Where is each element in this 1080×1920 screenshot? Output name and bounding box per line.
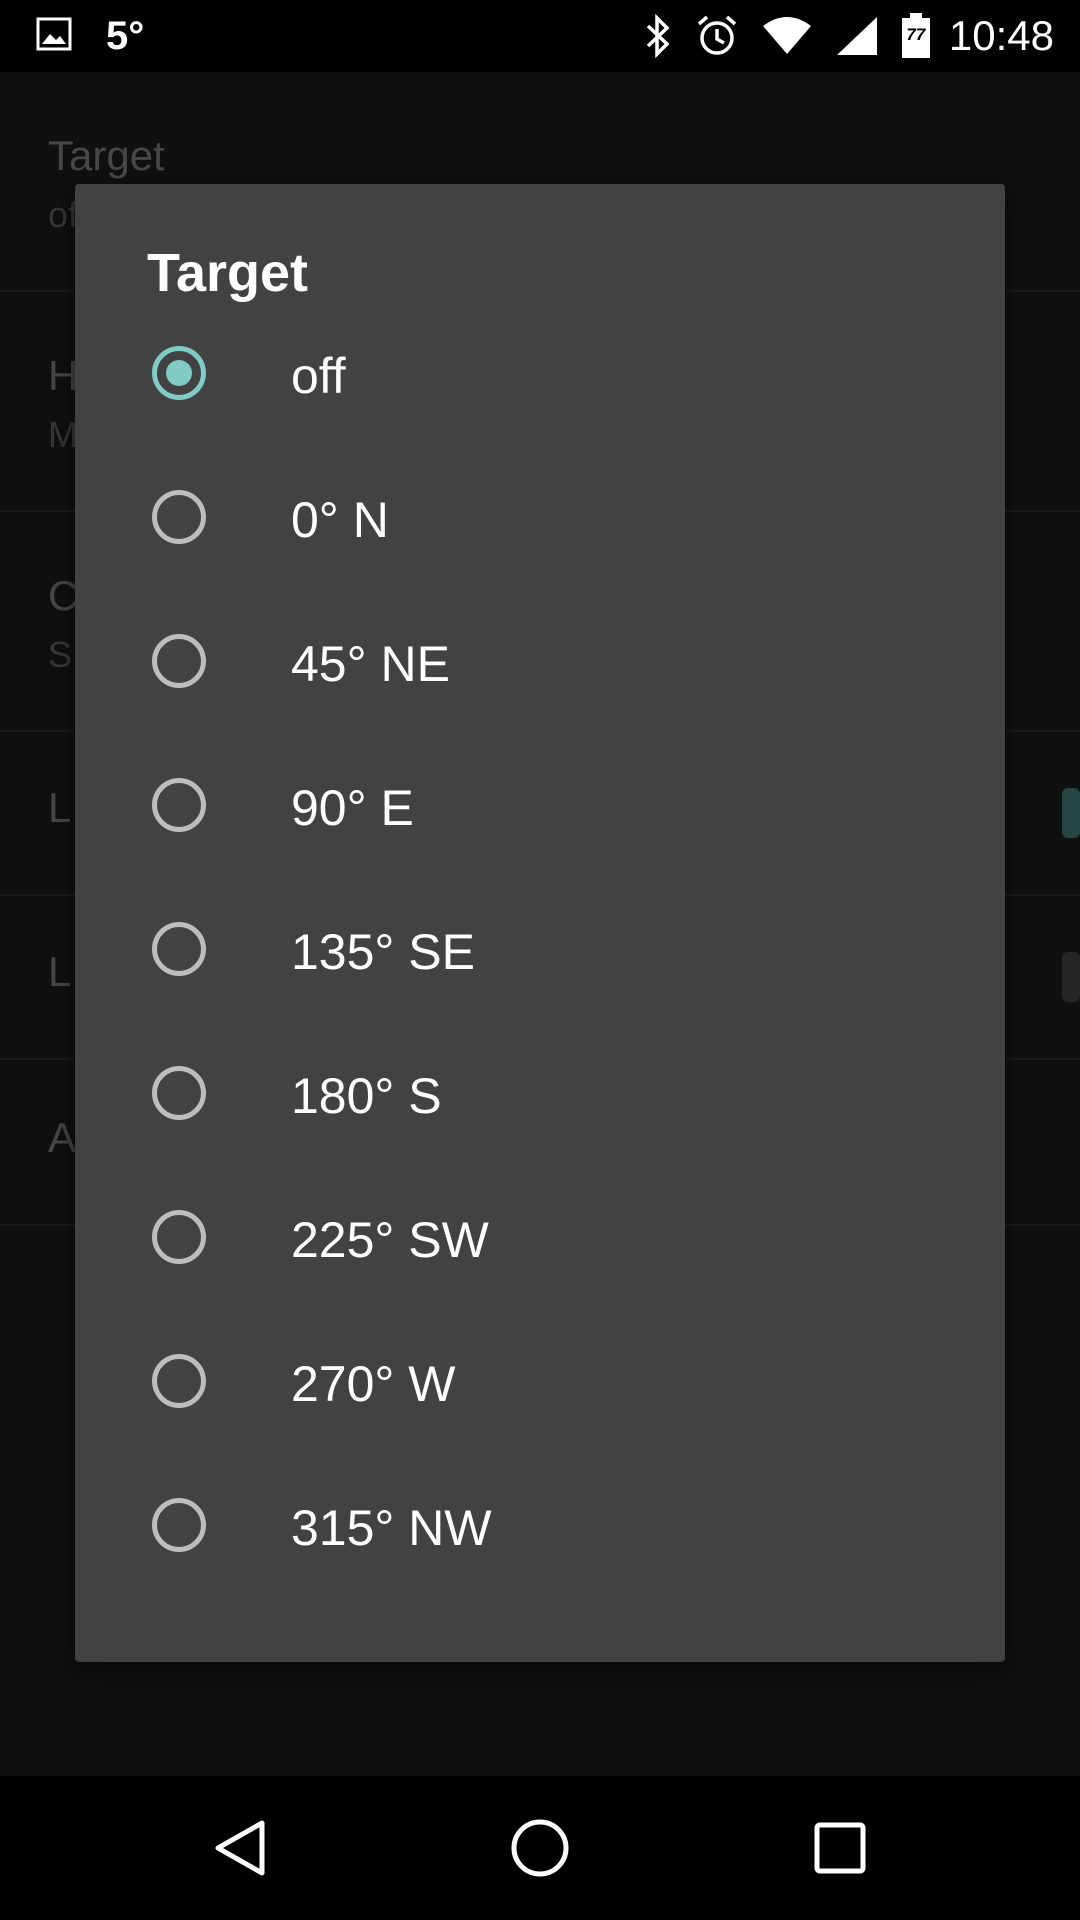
option-label: 270° W <box>291 1356 456 1412</box>
radio-button-checked[interactable] <box>152 346 206 400</box>
temperature-text: 5° <box>106 14 145 58</box>
navigation-bar <box>0 1776 1080 1920</box>
option-180-s[interactable]: 180° S <box>75 1022 1005 1166</box>
option-90-e[interactable]: 90° E <box>75 734 1005 878</box>
option-225-sw[interactable]: 225° SW <box>75 1166 1005 1310</box>
cell-signal-icon <box>835 15 879 57</box>
home-button[interactable] <box>508 1816 572 1880</box>
option-270-w[interactable]: 270° W <box>75 1310 1005 1454</box>
recents-icon <box>814 1822 866 1874</box>
battery-icon: 77 <box>901 13 931 59</box>
radio-button[interactable] <box>152 1210 206 1264</box>
option-135-se[interactable]: 135° SE <box>75 878 1005 1022</box>
wifi-icon <box>761 16 813 56</box>
option-label: 180° S <box>291 1068 442 1124</box>
radio-option-list: off 0° N 45° NE 90° E 135° SE 180° S 225… <box>75 302 1005 1598</box>
option-315-nw[interactable]: 315° NW <box>75 1454 1005 1598</box>
home-icon <box>511 1819 569 1877</box>
alarm-icon <box>695 14 739 58</box>
bluetooth-icon <box>643 14 673 58</box>
battery-level-text: 77 <box>906 25 926 44</box>
option-label: 225° SW <box>291 1212 489 1268</box>
radio-button[interactable] <box>152 634 206 688</box>
option-0-n[interactable]: 0° N <box>75 446 1005 590</box>
back-icon <box>215 1820 265 1876</box>
recents-button[interactable] <box>808 1816 872 1880</box>
option-label: 135° SE <box>291 924 476 980</box>
option-label: off <box>291 348 346 404</box>
option-label: 90° E <box>291 780 414 836</box>
status-bar: 5° 77 10:48 <box>0 0 1080 72</box>
radio-button[interactable] <box>152 1498 206 1552</box>
option-label: 0° N <box>291 492 389 548</box>
radio-button[interactable] <box>152 490 206 544</box>
clock-time: 10:48 <box>948 12 1054 59</box>
option-label: 45° NE <box>291 636 450 692</box>
option-label: 315° NW <box>291 1500 492 1556</box>
back-button[interactable] <box>208 1816 272 1880</box>
option-off[interactable]: off <box>75 302 1005 446</box>
dialog-title: Target <box>147 243 309 303</box>
radio-button[interactable] <box>152 1354 206 1408</box>
radio-button[interactable] <box>152 922 206 976</box>
radio-button[interactable] <box>152 778 206 832</box>
option-45-ne[interactable]: 45° NE <box>75 590 1005 734</box>
image-icon <box>36 17 72 56</box>
target-dialog: Target off 0° N 45° NE 90° E 135° SE 180… <box>75 184 1005 1662</box>
radio-button[interactable] <box>152 1066 206 1120</box>
